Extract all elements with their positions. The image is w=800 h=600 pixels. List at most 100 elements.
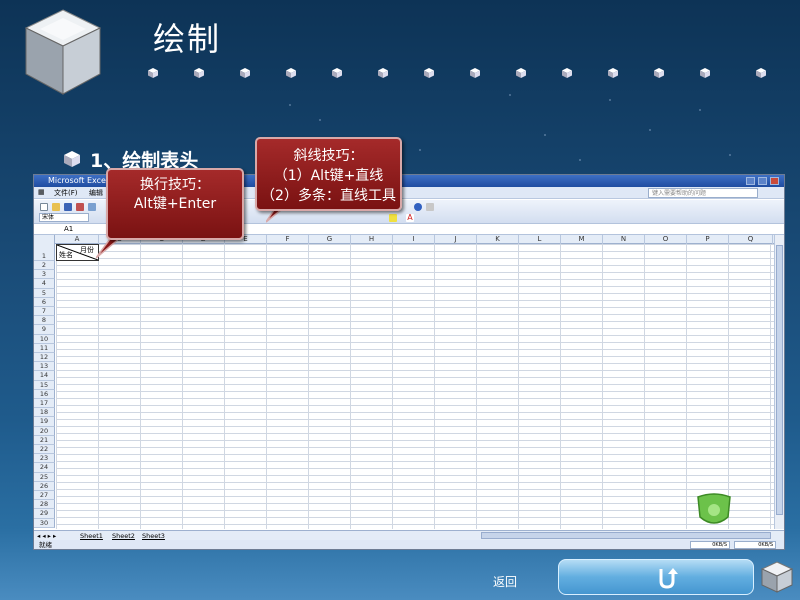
- download-speed: 0KB/S: [690, 541, 730, 549]
- row-header[interactable]: 28: [34, 500, 55, 510]
- help-icon[interactable]: [414, 203, 422, 211]
- name-box[interactable]: A1: [64, 225, 73, 233]
- column-header[interactable]: H: [351, 235, 393, 244]
- open-icon[interactable]: [52, 203, 60, 211]
- row-header[interactable]: 9: [34, 325, 55, 335]
- row-header[interactable]: 5: [34, 288, 55, 298]
- diagonal-tip-line1: 斜线技巧：: [293, 148, 364, 164]
- row-header[interactable]: 6: [34, 297, 55, 307]
- row-header[interactable]: 21: [34, 435, 55, 445]
- a1-header-top: 月份: [80, 246, 94, 254]
- toolbar-options-icon[interactable]: [426, 203, 434, 211]
- cell-area[interactable]: [56, 244, 774, 529]
- row-header[interactable]: 10: [34, 334, 55, 344]
- excel-app-icon: ▦: [38, 188, 45, 196]
- wrap-tip-callout: 换行技巧： Alt键+Enter: [106, 168, 244, 240]
- row-header[interactable]: 27: [34, 491, 55, 501]
- upload-speed: 0KB/S: [734, 541, 776, 549]
- new-icon[interactable]: [40, 203, 48, 211]
- decorative-cube-row: [147, 67, 787, 81]
- row-header[interactable]: 8: [34, 316, 55, 326]
- fill-color-icon[interactable]: [389, 214, 397, 222]
- back-link[interactable]: 返回: [493, 573, 517, 590]
- small-cube-icon: [562, 68, 572, 78]
- column-header[interactable]: L: [519, 235, 561, 244]
- scroll-thumb[interactable]: [776, 245, 783, 515]
- diagonal-tip-callout: 斜线技巧： （1）Alt键+直线 （2）多条：直线工具: [255, 137, 402, 211]
- font-select[interactable]: 宋体: [39, 213, 89, 222]
- small-cube-icon: [194, 68, 204, 78]
- minimize-button[interactable]: [746, 177, 755, 185]
- close-button[interactable]: [770, 177, 779, 185]
- small-cube-icon: [332, 68, 342, 78]
- cell-a1[interactable]: 月份 姓名: [56, 244, 99, 261]
- row-header[interactable]: 18: [34, 408, 55, 418]
- row-header[interactable]: 25: [34, 472, 55, 482]
- row-header[interactable]: 23: [34, 454, 55, 464]
- wrap-tip-line2: Alt键+Enter: [133, 196, 217, 212]
- small-cube-icon: [756, 68, 766, 78]
- a1-header-bottom: 姓名: [59, 251, 73, 259]
- diagonal-tip-line3: （2）多条：直线工具: [261, 188, 396, 204]
- row-header[interactable]: 3: [34, 270, 55, 280]
- small-cube-icon: [608, 68, 618, 78]
- row-header[interactable]: 7: [34, 307, 55, 317]
- cube-logo-icon: [24, 9, 102, 95]
- maximize-button[interactable]: [758, 177, 767, 185]
- font-color-icon[interactable]: A: [406, 214, 414, 222]
- small-cube-icon: [286, 68, 296, 78]
- row-header[interactable]: 14: [34, 371, 55, 381]
- permission-icon[interactable]: [76, 203, 84, 211]
- cube-nav-icon[interactable]: [758, 558, 796, 596]
- row-header[interactable]: 20: [34, 426, 55, 436]
- small-cube-icon: [424, 68, 434, 78]
- row-header[interactable]: 17: [34, 399, 55, 409]
- bullet-cube-icon: [64, 151, 80, 167]
- horizontal-scrollbar[interactable]: [481, 532, 771, 539]
- column-header[interactable]: N: [603, 235, 645, 244]
- row-header[interactable]: 22: [34, 445, 55, 455]
- excel-title: Microsoft Excel: [48, 176, 109, 185]
- print-icon[interactable]: [88, 203, 96, 211]
- help-search-input[interactable]: 键入需要帮助的问题: [648, 188, 758, 198]
- column-header[interactable]: G: [309, 235, 351, 244]
- row-header[interactable]: 24: [34, 463, 55, 473]
- row-header[interactable]: 16: [34, 389, 55, 399]
- column-header[interactable]: Q: [729, 235, 773, 244]
- column-header[interactable]: O: [645, 235, 687, 244]
- row-header[interactable]: 1: [34, 244, 55, 261]
- row-header[interactable]: 11: [34, 343, 55, 353]
- column-header[interactable]: J: [435, 235, 477, 244]
- row-header[interactable]: 19: [34, 417, 55, 427]
- column-header[interactable]: I: [393, 235, 435, 244]
- wrap-tip-line1: 换行技巧：: [140, 177, 210, 193]
- menu-edit[interactable]: 编辑: [89, 188, 103, 198]
- small-cube-icon: [470, 68, 480, 78]
- status-bar: 就绪 0KB/S 0KB/S: [34, 540, 784, 549]
- column-header[interactable]: A: [56, 235, 99, 244]
- small-cube-icon: [700, 68, 710, 78]
- return-arrow-icon[interactable]: [654, 565, 680, 591]
- sheet-tab-bar: ◂ ◂ ▸ ▸ Sheet1 Sheet2 Sheet3: [34, 530, 784, 540]
- status-text: 就绪: [39, 541, 52, 549]
- row-header[interactable]: 29: [34, 509, 55, 519]
- row-header[interactable]: 15: [34, 380, 55, 390]
- row-header[interactable]: 26: [34, 481, 55, 491]
- menu-file[interactable]: 文件(F): [54, 188, 78, 198]
- save-icon[interactable]: [64, 203, 72, 211]
- column-header[interactable]: K: [477, 235, 519, 244]
- small-cube-icon: [148, 68, 158, 78]
- row-header[interactable]: 4: [34, 279, 55, 289]
- row-header[interactable]: 12: [34, 353, 55, 363]
- column-header[interactable]: P: [687, 235, 729, 244]
- column-header[interactable]: F: [267, 235, 309, 244]
- row-header[interactable]: 13: [34, 362, 55, 372]
- row-header[interactable]: 2: [34, 261, 55, 271]
- nav-bar: [558, 559, 754, 595]
- row-header[interactable]: 30: [34, 518, 55, 528]
- select-all-corner[interactable]: [34, 235, 55, 244]
- page-title: 绘制: [153, 20, 222, 58]
- column-header[interactable]: M: [561, 235, 603, 244]
- small-cube-icon: [654, 68, 664, 78]
- vertical-scrollbar[interactable]: [774, 235, 784, 529]
